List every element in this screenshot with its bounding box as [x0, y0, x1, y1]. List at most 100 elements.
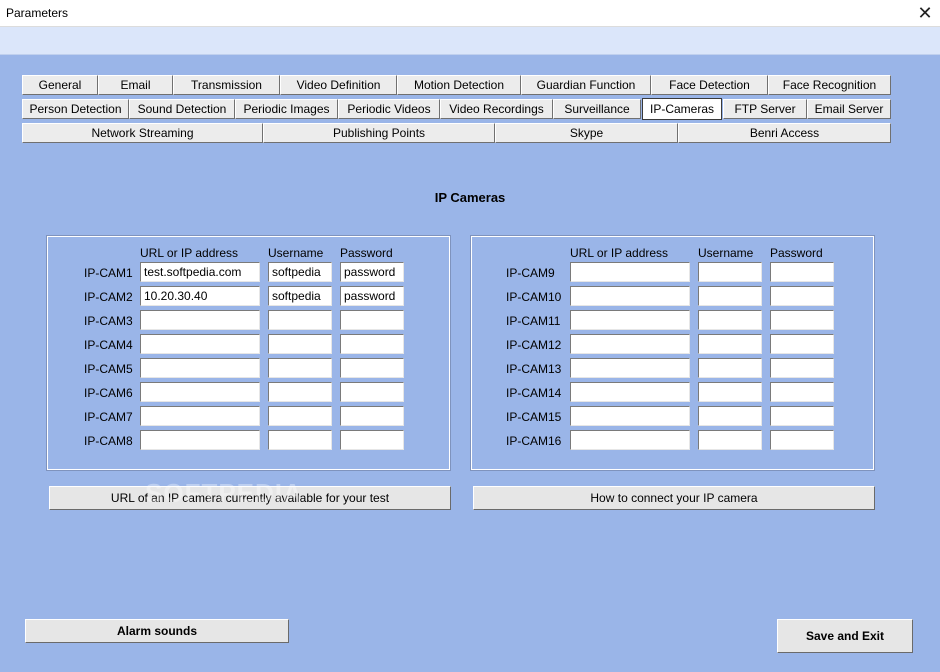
camera-username-input[interactable] — [698, 286, 762, 306]
camera-password-input[interactable] — [770, 334, 834, 354]
camera-label: IP-CAM6 — [84, 386, 133, 400]
header-strip — [0, 27, 940, 55]
camera-url-input[interactable] — [570, 334, 690, 354]
camera-username-input[interactable] — [698, 262, 762, 282]
camera-username-input[interactable] — [698, 310, 762, 330]
camera-label: IP-CAM15 — [506, 410, 562, 424]
camera-url-input[interactable] — [570, 430, 690, 450]
window-title: Parameters — [6, 6, 69, 20]
camera-label: IP-CAM12 — [506, 338, 562, 352]
camera-username-input[interactable] — [698, 382, 762, 402]
tab-periodic-images[interactable]: Periodic Images — [235, 99, 338, 119]
camera-password-input[interactable] — [770, 406, 834, 426]
tab-sound-detection[interactable]: Sound Detection — [129, 99, 235, 119]
camera-label: IP-CAM7 — [84, 410, 133, 424]
camera-username-input[interactable] — [268, 430, 332, 450]
camera-url-input[interactable] — [570, 406, 690, 426]
camera-label: IP-CAM8 — [84, 434, 133, 448]
how-to-connect-button[interactable]: How to connect your IP camera — [473, 486, 875, 510]
tab-face-recognition[interactable]: Face Recognition — [768, 75, 891, 95]
camera-password-input[interactable] — [340, 358, 404, 378]
tab-publishing-points[interactable]: Publishing Points — [263, 123, 495, 143]
camera-label: IP-CAM1 — [84, 266, 133, 280]
tab-ftp-server[interactable]: FTP Server — [723, 99, 807, 119]
camera-label: IP-CAM2 — [84, 290, 133, 304]
camera-password-input[interactable] — [770, 382, 834, 402]
test-camera-url-button[interactable]: URL of an IP camera currently available … — [49, 486, 451, 510]
tab-ip-cameras[interactable]: IP-Cameras — [642, 98, 722, 120]
tab-surveillance[interactable]: Surveillance — [553, 99, 641, 119]
tab-video-definition[interactable]: Video Definition — [280, 75, 397, 95]
tab-email[interactable]: Email — [98, 75, 173, 95]
camera-password-input[interactable] — [340, 382, 404, 402]
camera-username-input[interactable] — [698, 406, 762, 426]
camera-password-input[interactable] — [770, 358, 834, 378]
column-header-password: Password — [770, 246, 823, 260]
camera-label: IP-CAM14 — [506, 386, 562, 400]
camera-username-input[interactable] — [268, 406, 332, 426]
camera-label: IP-CAM11 — [506, 314, 561, 328]
camera-url-input[interactable] — [570, 286, 690, 306]
alarm-sounds-button[interactable]: Alarm sounds — [25, 619, 289, 643]
tab-video-recordings[interactable]: Video Recordings — [440, 99, 553, 119]
tab-face-detection[interactable]: Face Detection — [651, 75, 768, 95]
camera-username-input[interactable] — [698, 334, 762, 354]
camera-username-input[interactable] — [698, 430, 762, 450]
camera-label: IP-CAM3 — [84, 314, 133, 328]
camera-label: IP-CAM5 — [84, 362, 133, 376]
tab-email-server[interactable]: Email Server — [807, 99, 891, 119]
camera-url-input[interactable] — [140, 358, 260, 378]
tab-periodic-videos[interactable]: Periodic Videos — [338, 99, 440, 119]
camera-password-input[interactable] — [770, 286, 834, 306]
tab-transmission[interactable]: Transmission — [173, 75, 280, 95]
camera-url-input[interactable]: 10.20.30.40 — [140, 286, 260, 306]
camera-password-input[interactable] — [340, 310, 404, 330]
camera-label: IP-CAM10 — [506, 290, 562, 304]
tab-benri-access[interactable]: Benri Access — [678, 123, 891, 143]
column-header-url: URL or IP address — [140, 246, 239, 260]
camera-url-input[interactable] — [140, 430, 260, 450]
camera-password-input[interactable] — [770, 262, 834, 282]
camera-username-input[interactable] — [698, 358, 762, 378]
camera-url-input[interactable]: test.softpedia.com — [140, 262, 260, 282]
save-and-exit-button[interactable]: Save and Exit — [777, 619, 913, 653]
camera-username-input[interactable] — [268, 382, 332, 402]
camera-url-input[interactable] — [570, 358, 690, 378]
title-bar: Parameters ✕ — [0, 0, 940, 27]
tab-motion-detection[interactable]: Motion Detection — [397, 75, 521, 95]
column-header-url: URL or IP address — [570, 246, 669, 260]
camera-password-input[interactable] — [340, 334, 404, 354]
camera-password-input[interactable] — [770, 430, 834, 450]
camera-url-input[interactable] — [140, 334, 260, 354]
camera-url-input[interactable] — [570, 382, 690, 402]
camera-username-input[interactable] — [268, 358, 332, 378]
camera-password-input[interactable]: password — [340, 286, 404, 306]
camera-username-input[interactable] — [268, 310, 332, 330]
camera-url-input[interactable] — [570, 310, 690, 330]
tab-network-streaming[interactable]: Network Streaming — [22, 123, 263, 143]
tab-general[interactable]: General — [22, 75, 98, 95]
section-title: IP Cameras — [434, 190, 506, 205]
camera-password-input[interactable] — [770, 310, 834, 330]
camera-label: IP-CAM4 — [84, 338, 133, 352]
close-icon[interactable]: ✕ — [910, 0, 940, 27]
camera-username-input[interactable] — [268, 334, 332, 354]
camera-username-input[interactable]: softpedia — [268, 286, 332, 306]
camera-url-input[interactable] — [140, 310, 260, 330]
camera-password-input[interactable]: password — [340, 262, 404, 282]
camera-url-input[interactable] — [570, 262, 690, 282]
camera-label: IP-CAM16 — [506, 434, 562, 448]
camera-label: IP-CAM9 — [506, 266, 555, 280]
column-header-username: Username — [268, 246, 324, 260]
camera-label: IP-CAM13 — [506, 362, 562, 376]
camera-username-input[interactable]: softpedia — [268, 262, 332, 282]
tab-person-detection[interactable]: Person Detection — [22, 99, 129, 119]
camera-password-input[interactable] — [340, 430, 404, 450]
tab-guardian-function[interactable]: Guardian Function — [521, 75, 651, 95]
camera-url-input[interactable] — [140, 406, 260, 426]
camera-password-input[interactable] — [340, 406, 404, 426]
column-header-username: Username — [698, 246, 754, 260]
column-header-password: Password — [340, 246, 393, 260]
camera-url-input[interactable] — [140, 382, 260, 402]
tab-skype[interactable]: Skype — [495, 123, 678, 143]
